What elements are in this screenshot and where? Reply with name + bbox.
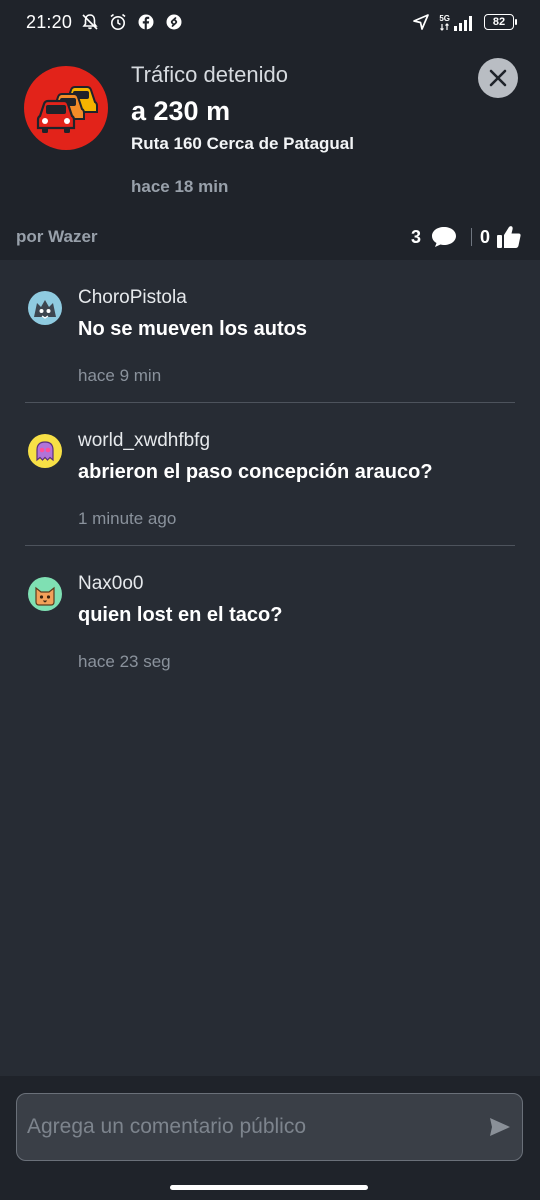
thumbs-up-count: 0 (479, 226, 490, 247)
comment-item: world_xwdhfbfg abrieron el paso concepci… (25, 403, 515, 546)
alert-distance: a 230 m (131, 96, 231, 126)
signal-icon: 5G (439, 14, 476, 31)
reactions-divider (470, 228, 472, 246)
comment-text: No se mueven los autos (78, 318, 307, 340)
wolf-mood-icon[interactable] (28, 291, 62, 325)
comment-input[interactable] (27, 1094, 477, 1159)
battery-level: 82 (492, 16, 506, 28)
comments-list: ChoroPistola No se mueven los autos hace… (0, 260, 540, 689)
network-label: 5G (439, 13, 450, 23)
comment-count: 3 (410, 226, 421, 247)
send-icon (490, 1118, 510, 1136)
comment-text: quien lost en el taco? (78, 604, 283, 626)
close-icon (489, 69, 507, 87)
comment-username[interactable]: Nax0o0 (78, 573, 144, 595)
shazam-icon (164, 12, 184, 32)
status-bar: 21:20 5G 82 (0, 0, 540, 44)
navigation-arrow-icon (411, 12, 431, 32)
do-not-disturb-icon (80, 12, 100, 32)
thumbs-up-icon[interactable] (496, 225, 522, 249)
facebook-icon (136, 12, 156, 32)
comment-username[interactable]: world_xwdhfbfg (78, 430, 210, 452)
comment-time: 1 minute ago (78, 509, 177, 528)
comment-item: ChoroPistola No se mueven los autos hace… (25, 260, 515, 403)
reactions: 3 0 (411, 222, 522, 252)
alarm-icon (108, 12, 128, 32)
alert-header: Tráfico detenido a 230 m Ruta 160 Cerca … (0, 44, 540, 260)
comment-bubble-icon[interactable] (431, 226, 457, 248)
comment-text: abrieron el paso concepción arauco? (78, 461, 433, 483)
comment-composer (0, 1076, 540, 1200)
comment-input-container[interactable] (16, 1093, 523, 1161)
comment-username[interactable]: ChoroPistola (78, 287, 187, 309)
alert-type: Tráfico detenido (131, 62, 288, 87)
traffic-jam-cars-icon (24, 66, 108, 150)
comment-time: hace 9 min (78, 366, 162, 385)
close-button[interactable] (478, 58, 518, 98)
reporter-label: por Wazer (16, 227, 98, 246)
alert-location: Ruta 160 Cerca de Patagual (131, 134, 354, 153)
purple-ghost-mood-icon[interactable] (28, 434, 62, 468)
alert-time: hace 18 min (131, 177, 229, 196)
comment-item: Nax0o0 quien lost en el taco? hace 23 se… (25, 546, 515, 689)
status-time: 21:20 (26, 11, 73, 32)
cat-mood-icon[interactable] (28, 577, 62, 611)
comment-time: hace 23 seg (78, 652, 171, 671)
home-indicator[interactable] (170, 1185, 368, 1190)
battery-icon: 82 (484, 14, 517, 30)
send-button[interactable] (488, 1115, 512, 1139)
